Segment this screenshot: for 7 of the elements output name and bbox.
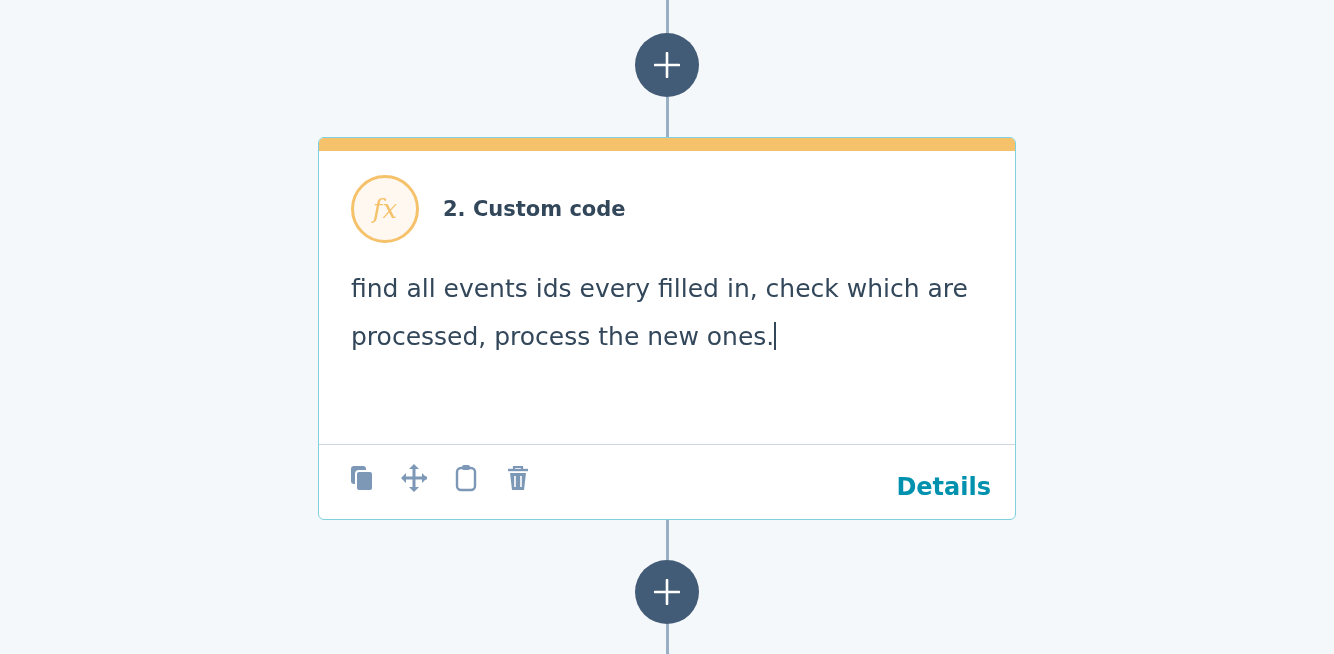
function-icon: fx (351, 175, 419, 243)
details-link[interactable]: Details (896, 473, 991, 501)
step-title: 2. Custom code (443, 197, 626, 221)
plus-icon (654, 52, 680, 78)
step-description[interactable]: find all events ids every filled in, check which are processed, process the new ones. (351, 265, 971, 361)
plus-icon (654, 579, 680, 605)
move-icon[interactable] (401, 464, 429, 492)
